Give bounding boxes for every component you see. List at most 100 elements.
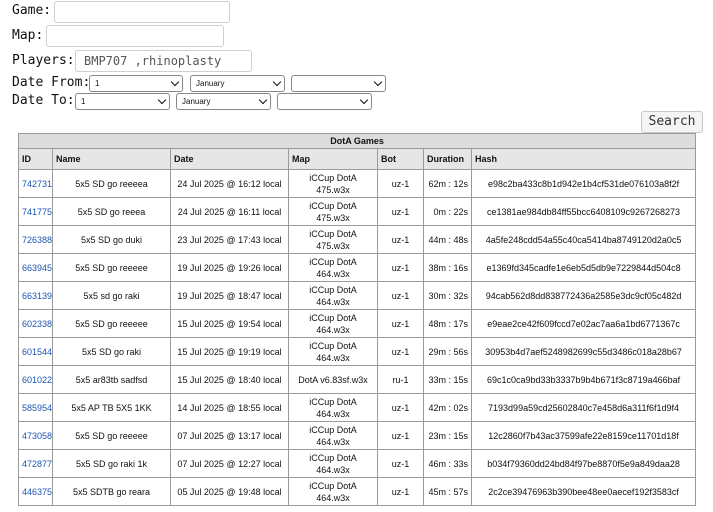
game-input[interactable] xyxy=(54,1,230,23)
game-hash: 69c1c0ca9bd33b3337b9b4b671f3c8719a466baf xyxy=(470,365,697,394)
game-name: 5x5 AP TB 5X5 1KK xyxy=(52,393,171,422)
game-id-link[interactable]: 446375 xyxy=(18,477,53,506)
date-from-label: Date From: xyxy=(12,75,91,90)
table-row: 663139 5x5 sd go raki 19 Jul 2025 @ 18:47 … xyxy=(18,281,697,310)
col-header-date: Date xyxy=(170,148,289,170)
game-map: iCCup DotA 464.w3x xyxy=(288,253,378,282)
map-label: Map: xyxy=(12,28,44,43)
game-hash: e9eae2ce42f609fccd7e02ac7aa6a1bd6771367c xyxy=(470,309,697,338)
table-row: 741775 5x5 SD go reeea 24 Jul 2025 @ 16:11… xyxy=(18,197,697,226)
game-id-link[interactable]: 585954 xyxy=(18,393,53,422)
table-row: 472877 5x5 SD go raki 1k 07 Jul 2025 @ 12:… xyxy=(18,449,697,478)
game-map: iCCup DotA 464.w3x xyxy=(288,421,378,450)
game-id-link[interactable]: 663139 xyxy=(18,281,53,310)
game-hash: 2c2ce39476963b390bee48ee0aecef192f3583cf xyxy=(470,477,697,506)
game-id-link[interactable]: 472877 xyxy=(18,449,53,478)
game-bot: uz-1 xyxy=(377,169,424,198)
game-date: 19 Jul 2025 @ 19:26 local xyxy=(170,253,289,282)
game-map: DotA v6.83sf.w3x xyxy=(288,365,378,394)
game-bot: uz-1 xyxy=(377,253,424,282)
players-input[interactable]: BMP707 ,rhinoplasty xyxy=(75,50,252,72)
chevron-down-icon xyxy=(272,77,282,87)
game-hash: 12c2860f7b43ac37599afe22e8159ce11701d18f xyxy=(470,421,697,450)
game-duration: 44m : 48s xyxy=(423,225,472,254)
game-name: 5x5 SD go raki xyxy=(52,337,171,366)
col-header-duration: Duration xyxy=(423,148,472,170)
table-row: 585954 5x5 AP TB 5X5 1KK 14 Jul 2025 @ 18:… xyxy=(18,393,697,422)
game-name: 5x5 SD go reeeee xyxy=(52,421,171,450)
game-duration: 23m : 15s xyxy=(423,421,472,450)
game-date: 15 Jul 2025 @ 19:19 local xyxy=(170,337,289,366)
game-map: iCCup DotA 475.w3x xyxy=(288,197,378,226)
game-hash: e1369fd345cadfe1e6eb5d5db9e7229844d504c8 xyxy=(470,253,697,282)
game-date: 19 Jul 2025 @ 18:47 local xyxy=(170,281,289,310)
game-date: 15 Jul 2025 @ 19:54 local xyxy=(170,309,289,338)
to-month-value: January xyxy=(182,97,211,106)
to-year-select[interactable] xyxy=(277,93,372,110)
search-button[interactable]: Search xyxy=(641,111,703,133)
from-year-select[interactable] xyxy=(291,75,386,92)
from-month-select[interactable]: January xyxy=(190,75,285,92)
to-day-value: 1 xyxy=(81,97,86,106)
game-hash: 30953b4d7aef5248982699c55d3486c018a28b67 xyxy=(470,337,697,366)
game-map: iCCup DotA 464.w3x xyxy=(288,393,378,422)
game-map: iCCup DotA 464.w3x xyxy=(288,281,378,310)
game-duration: 45m : 57s xyxy=(423,477,472,506)
game-id-link[interactable]: 742731 xyxy=(18,169,53,198)
game-id-link[interactable]: 602338 xyxy=(18,309,53,338)
game-bot: uz-1 xyxy=(377,225,424,254)
from-month-value: January xyxy=(196,79,225,88)
game-id-link[interactable]: 601022 xyxy=(18,365,53,394)
game-name: 5x5 SD go reeea xyxy=(52,197,171,226)
game-bot: uz-1 xyxy=(377,421,424,450)
game-hash: 94cab562d8dd838772436a2585e3dc9cf05c482d xyxy=(470,281,697,310)
game-name: 5x5 ar83tb sadfsd xyxy=(52,365,171,394)
table-row: 473058 5x5 SD go reeeee 07 Jul 2025 @ 13:1… xyxy=(18,421,697,450)
to-day-select[interactable]: 1 xyxy=(75,93,170,110)
games-table: DotA Games ID Name Date Map Bot Duration… xyxy=(17,133,697,506)
game-id-link[interactable]: 601544 xyxy=(18,337,53,366)
game-date: 07 Jul 2025 @ 12:27 local xyxy=(170,449,289,478)
game-label: Game: xyxy=(12,3,52,18)
game-bot: uz-1 xyxy=(377,337,424,366)
game-id-link[interactable]: 726388 xyxy=(18,225,53,254)
game-id-link[interactable]: 741775 xyxy=(18,197,53,226)
game-hash: 7193d99a59cd25602840c7e458d6a311f6f1d9f4 xyxy=(470,393,697,422)
from-day-value: 1 xyxy=(95,79,100,88)
table-row: 602338 5x5 SD go reeeee 15 Jul 2025 @ 19:5… xyxy=(18,309,697,338)
game-map: iCCup DotA 464.w3x xyxy=(288,337,378,366)
game-bot: uz-1 xyxy=(377,309,424,338)
map-input[interactable] xyxy=(46,25,224,47)
game-duration: 38m : 16s xyxy=(423,253,472,282)
game-duration: 29m : 56s xyxy=(423,337,472,366)
col-header-map: Map xyxy=(288,148,378,170)
game-id-link[interactable]: 473058 xyxy=(18,421,53,450)
game-duration: 30m : 32s xyxy=(423,281,472,310)
game-bot: uz-1 xyxy=(377,477,424,506)
to-month-select[interactable]: January xyxy=(176,93,271,110)
table-caption: DotA Games xyxy=(17,133,697,149)
from-day-select[interactable]: 1 xyxy=(89,75,183,92)
game-id-link[interactable]: 663945 xyxy=(18,253,53,282)
game-date: 24 Jul 2025 @ 16:11 local xyxy=(170,197,289,226)
game-map: iCCup DotA 464.w3x xyxy=(288,309,378,338)
game-bot: uz-1 xyxy=(377,393,424,422)
col-header-id: ID xyxy=(18,148,53,170)
game-hash: e98c2ba433c8b1d942e1b4cf531de076103a8f2f xyxy=(470,169,697,198)
game-name: 5x5 SD go raki 1k xyxy=(52,449,171,478)
table-row: 742731 5x5 SD go reeeea 24 Jul 2025 @ 16:1… xyxy=(18,169,697,198)
game-duration: 33m : 15s xyxy=(423,365,472,394)
table-row: 601022 5x5 ar83tb sadfsd 15 Jul 2025 @ 18:… xyxy=(18,365,697,394)
game-hash: ce1381ae984db84ff55bcc6408109c9267268273 xyxy=(470,197,697,226)
game-name: 5x5 SD go duki xyxy=(52,225,171,254)
game-duration: 48m : 17s xyxy=(423,309,472,338)
game-bot: uz-1 xyxy=(377,449,424,478)
game-name: 5x5 SDTB go reara xyxy=(52,477,171,506)
game-map: iCCup DotA 464.w3x xyxy=(288,477,378,506)
chevron-down-icon xyxy=(359,95,369,105)
date-to-label: Date To: xyxy=(12,93,75,108)
chevron-down-icon xyxy=(170,77,180,87)
game-date: 07 Jul 2025 @ 13:17 local xyxy=(170,421,289,450)
col-header-hash: Hash xyxy=(470,148,697,170)
table-row: 601544 5x5 SD go raki 15 Jul 2025 @ 19:19 … xyxy=(18,337,697,366)
